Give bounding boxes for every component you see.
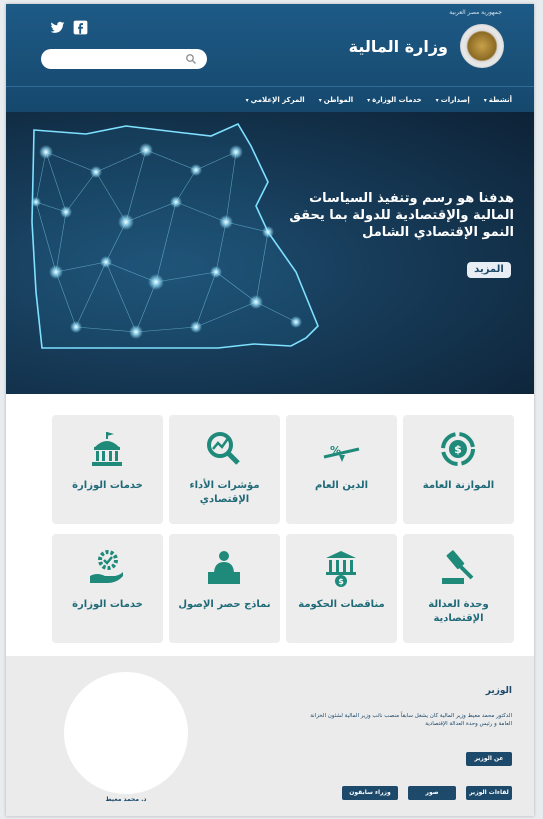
svg-text:$: $ (454, 443, 462, 456)
minister-meetings-button[interactable]: لقاءات الوزير (466, 786, 512, 800)
ministry-name[interactable]: وزارة المالية (349, 37, 448, 56)
photos-button[interactable]: صور (408, 786, 456, 800)
card-economic-indicators[interactable]: مؤشرات الأداء الإقتصادي (169, 415, 280, 524)
card-government-tenders[interactable]: $ مناقصات الحكومة (286, 534, 397, 643)
card-label: مؤشرات الأداء الإقتصادي (189, 480, 260, 505)
page: جمهورية مصر العربية وزارة المالية أنشطة▾… (6, 4, 534, 816)
speaker-podium-icon (208, 551, 240, 584)
nav-item-citizen[interactable]: المواطن▾ (319, 96, 353, 104)
chevron-down-icon: ▾ (435, 96, 439, 104)
card-label: خدمات الوزارة (72, 599, 143, 610)
dollar-cycle-icon: $ (441, 432, 475, 466)
nav-item-publications[interactable]: إصدارات▾ (436, 96, 470, 104)
minister-bio: الدكتور محمد معيط وزير المالية كان يشغل … (310, 713, 512, 727)
twitter-icon[interactable] (50, 20, 65, 35)
minister-section: د. محمد معيط الوزير الدكتور محمد معيط وز… (6, 656, 534, 816)
gavel-icon (442, 550, 474, 584)
hero-banner: هدفنا هو رسم وتنفيذ السياسات المالية وال… (6, 112, 534, 394)
card-economic-justice[interactable]: وحدة العدالة الإقتصادية (403, 534, 514, 643)
eagle-emblem-icon (460, 24, 504, 68)
nav-item-media-center[interactable]: المركز الإعلامي▾ (246, 96, 305, 104)
more-button[interactable]: المزيد (467, 262, 511, 278)
card-ministry-services[interactable]: خدمات الوزارة (52, 415, 163, 524)
minister-portrait (64, 672, 188, 794)
chevron-down-icon: ▾ (318, 96, 322, 104)
card-asset-forms[interactable]: نماذج حصر الإصول (169, 534, 280, 643)
search-icon[interactable] (185, 53, 197, 65)
card-label: خدمات الوزارة (72, 480, 143, 491)
minister-title: الوزير (485, 686, 512, 696)
chevron-down-icon: ▾ (367, 96, 371, 104)
card-label: وحدة العدالة الإقتصادية (428, 599, 489, 624)
hero-headline: هدفنا هو رسم وتنفيذ السياسات المالية وال… (289, 191, 514, 240)
nav-item-activities[interactable]: أنشطة▾ (484, 96, 512, 104)
card-label: مناقصات الحكومة (298, 599, 385, 610)
chevron-down-icon: ▾ (245, 96, 249, 104)
portrait-caption[interactable]: د. محمد معيط (84, 796, 168, 803)
svg-text:%: % (330, 444, 341, 457)
search-bar[interactable] (41, 49, 207, 69)
magnifier-chart-icon (207, 432, 240, 465)
government-building-icon (92, 432, 122, 466)
svg-text:$: $ (338, 577, 344, 586)
card-general-budget[interactable]: $ الموازنة العامة (403, 415, 514, 524)
egypt-network-map-icon (31, 122, 319, 349)
card-label: الدين العام (314, 480, 369, 491)
card-label: الموازنة العامة (422, 480, 495, 491)
card-public-debt[interactable]: % الدين العام (286, 415, 397, 524)
nav-item-services[interactable]: خدمات الوزارة▾ (367, 96, 422, 104)
site-header: جمهورية مصر العربية وزارة المالية أنشطة▾… (6, 4, 534, 112)
main-nav: أنشطة▾ إصدارات▾ خدمات الوزارة▾ المواطن▾ … (6, 86, 534, 112)
service-cards: $ الموازنة العامة % الدين العام مؤشرات ا… (48, 415, 514, 643)
social-links (50, 20, 88, 35)
gear-hand-icon (90, 550, 123, 583)
bank-coin-icon: $ (326, 551, 356, 587)
emblem-caption: جمهورية مصر العربية (449, 9, 502, 16)
chevron-down-icon: ▾ (483, 96, 487, 104)
about-minister-button[interactable]: عن الوزير (466, 752, 512, 766)
ministry-logo[interactable] (460, 24, 504, 68)
card-label: نماذج حصر الإصول (178, 599, 271, 610)
former-ministers-button[interactable]: وزراء سابقون (342, 786, 398, 800)
facebook-icon[interactable] (73, 20, 88, 35)
card-ministry-services-2[interactable]: خدمات الوزارة (52, 534, 163, 643)
percent-seesaw-icon: % (323, 444, 360, 462)
